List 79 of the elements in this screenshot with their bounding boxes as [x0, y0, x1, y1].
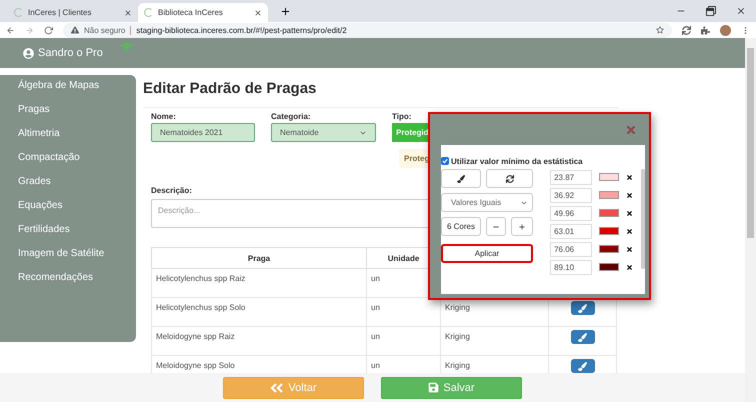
field-label: Nome:: [151, 112, 177, 121]
remove-icon[interactable]: [626, 174, 634, 180]
table-cell: Kriging: [440, 326, 548, 356]
loading-icon: [14, 8, 23, 17]
value-field[interactable]: 63.01: [550, 224, 592, 238]
sidebar-item[interactable]: Álgebra de Mapas: [18, 80, 136, 104]
close-icon[interactable]: [254, 8, 262, 16]
reload-icon[interactable]: [44, 26, 53, 34]
value-field[interactable]: 76.06: [550, 242, 592, 256]
avatar-icon[interactable]: [720, 24, 731, 36]
close-icon[interactable]: [736, 6, 746, 16]
table-cell: Helicotylenchus spp Raiz: [152, 268, 366, 298]
new-tab-icon[interactable]: [280, 6, 291, 17]
edit-button[interactable]: [570, 301, 594, 315]
color-swatch[interactable]: [599, 173, 620, 181]
apply-button[interactable]: Aplicar: [441, 244, 533, 263]
value-field[interactable]: 89.10: [550, 260, 592, 274]
loading-icon: [144, 8, 153, 17]
color-swatch[interactable]: [599, 209, 620, 217]
brush-button[interactable]: [441, 169, 481, 188]
sync-icon[interactable]: [682, 26, 691, 34]
close-icon[interactable]: [124, 8, 132, 16]
mode-select[interactable]: Valores Iguais: [441, 193, 533, 212]
brush-icon: [457, 174, 465, 182]
table-cell: un: [366, 326, 440, 356]
edit-button[interactable]: [570, 359, 594, 373]
color-swatch[interactable]: [599, 227, 620, 235]
brush-icon: [578, 332, 587, 342]
remove-icon[interactable]: [626, 192, 634, 198]
name-field[interactable]: Nematoides 2021: [151, 123, 255, 142]
browser-tab[interactable]: Biblioteca InCeres: [138, 3, 268, 22]
table-cell: Meloidogyne spp Raiz: [152, 326, 366, 356]
color-swatch[interactable]: [599, 245, 620, 253]
value-field[interactable]: 23.87: [550, 170, 592, 184]
plus-icon: [518, 222, 526, 230]
refresh-icon: [506, 174, 514, 182]
field-label: Descrição:: [151, 186, 193, 195]
remove-icon[interactable]: [626, 264, 634, 270]
remove-icon[interactable]: [626, 210, 634, 216]
browser-tab[interactable]: InCeres | Clientes: [8, 3, 138, 22]
edit-button[interactable]: [570, 330, 594, 344]
field-label: Categoria:: [271, 112, 312, 121]
back-icon[interactable]: [6, 26, 15, 34]
brush-icon: [578, 304, 587, 312]
save-icon: [428, 382, 440, 393]
double-chevron-left-icon: [270, 382, 284, 392]
color-count-field[interactable]: 6 Cores: [441, 217, 481, 236]
sidebar-item[interactable]: Imagem de Satélite: [18, 248, 136, 272]
field-label: Tipo:: [392, 112, 412, 121]
sidebar-item[interactable]: Altimetria: [18, 128, 136, 152]
brush-icon: [578, 362, 587, 370]
value-field[interactable]: 49.96: [550, 206, 592, 220]
restore-icon[interactable]: [706, 6, 716, 16]
category-select[interactable]: Nematoide: [271, 123, 376, 142]
star-icon[interactable]: [656, 26, 664, 34]
sidebar-item[interactable]: Pragas: [18, 104, 136, 128]
color-swatch[interactable]: [599, 191, 620, 199]
remove-icon[interactable]: [626, 228, 634, 234]
remove-icon[interactable]: [626, 246, 634, 252]
scrollbar[interactable]: [745, 38, 756, 402]
sidebar-item[interactable]: Recomendações: [18, 272, 136, 296]
plus-button[interactable]: [511, 217, 533, 236]
statistic-checkbox[interactable]: Utilizar valor mínimo da estátistica: [441, 155, 645, 167]
refresh-button[interactable]: [486, 169, 533, 188]
sidebar-item[interactable]: Compactação: [18, 152, 136, 176]
page-title: Editar Padrão de Pragas: [143, 80, 318, 99]
warning-icon: [71, 26, 79, 34]
wifi-icon: [120, 42, 132, 52]
sidebar-item[interactable]: Grades: [18, 176, 136, 200]
value-field[interactable]: 36.92: [550, 188, 592, 202]
user-name[interactable]: Sandro o Pro: [38, 47, 103, 59]
column-header: Praga: [152, 248, 366, 268]
address-bar[interactable]: Não seguro staging-biblioteca.inceres.com.br/#!/pest-patterns/pro/edit/2: [63, 22, 672, 38]
sidebar-item[interactable]: Equações: [18, 200, 136, 224]
user-icon: [23, 48, 34, 58]
color-swatch[interactable]: [599, 263, 620, 271]
table-cell: Helicotylenchus spp Solo: [152, 298, 366, 326]
sidebar-item[interactable]: Fertilidades: [18, 224, 136, 248]
extensions-icon[interactable]: [701, 26, 710, 34]
